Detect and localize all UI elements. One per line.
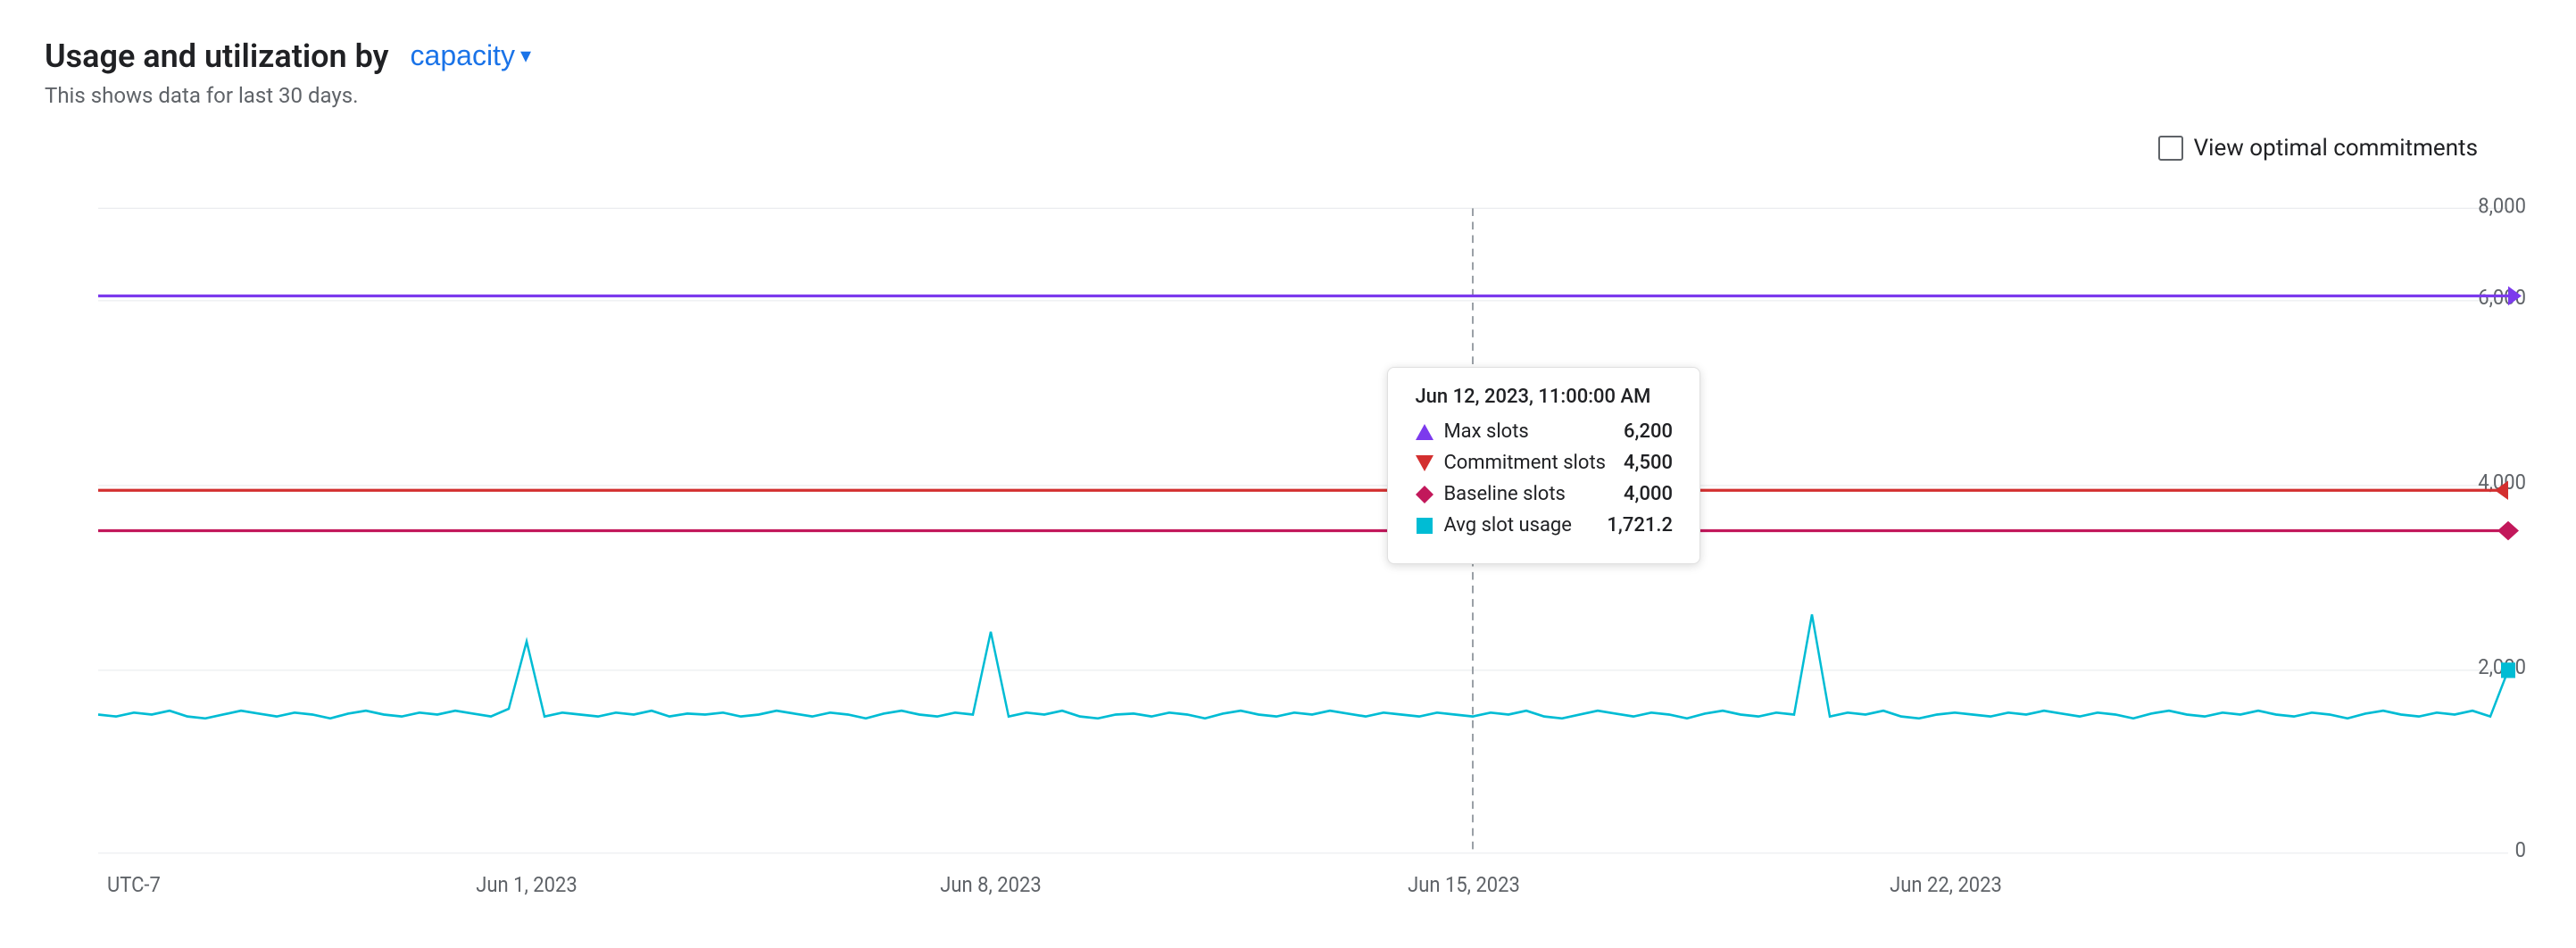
svg-text:Jun 15, 2023: Jun 15, 2023 [1408,872,1520,897]
tooltip-time: Jun 12, 2023, 11:00:00 AM [1415,386,1673,408]
chevron-down-icon: ▾ [520,43,531,69]
tooltip-legend-max-slots: Max slots [1415,420,1528,443]
svg-text:8,000: 8,000 [2478,194,2526,219]
baseline-slots-label: Baseline slots [1443,483,1565,505]
triangle-down-icon [1415,453,1434,473]
avg-slot-usage-label: Avg slot usage [1443,514,1572,536]
max-slots-label: Max slots [1443,420,1528,443]
tooltip-row-commitment-slots: Commitment slots 4,500 [1415,452,1673,474]
commitment-slots-value: 4,500 [1624,452,1673,474]
tooltip-legend-baseline-slots: Baseline slots [1415,483,1565,505]
tooltip: Jun 12, 2023, 11:00:00 AM Max slots 6,20… [1387,367,1700,564]
view-optimal-checkbox[interactable] [2158,136,2183,161]
page-container: Usage and utilization by capacity ▾ This… [0,0,2576,948]
chart-area: View optimal commitments 8,000 6,000 4,0… [45,135,2531,930]
view-optimal-label: View optimal commitments [2194,135,2478,162]
tooltip-legend-commitment-slots: Commitment slots [1415,452,1606,474]
svg-text:UTC-7: UTC-7 [107,872,161,897]
svg-text:0: 0 [2515,837,2526,862]
page-title: Usage and utilization by [45,37,389,75]
header: Usage and utilization by capacity ▾ [45,36,2531,76]
tooltip-legend-avg-slot-usage: Avg slot usage [1415,514,1572,536]
svg-text:Jun 22, 2023: Jun 22, 2023 [1890,872,2002,897]
triangle-up-icon [1415,422,1434,442]
diamond-icon [1415,485,1434,504]
avg-slot-usage-value: 1,721.2 [1607,514,1673,536]
capacity-dropdown[interactable]: capacity ▾ [403,36,538,76]
svg-text:Jun 8, 2023: Jun 8, 2023 [940,872,1041,897]
baseline-slots-value: 4,000 [1624,483,1673,505]
view-optimal-checkbox-label[interactable]: View optimal commitments [2158,135,2478,162]
tooltip-row-baseline-slots: Baseline slots 4,000 [1415,483,1673,505]
dropdown-label: capacity [411,39,515,72]
square-icon [1415,516,1434,536]
top-controls: View optimal commitments [45,135,2531,162]
tooltip-row-max-slots: Max slots 6,200 [1415,420,1673,443]
subtitle: This shows data for last 30 days. [45,83,2531,108]
tooltip-row-avg-slot-usage: Avg slot usage 1,721.2 [1415,514,1673,536]
commitment-slots-label: Commitment slots [1443,452,1606,474]
chart-wrapper: 8,000 6,000 4,000 2,000 0 UTC-7 Jun 1, 2… [45,179,2531,930]
max-slots-value: 6,200 [1624,420,1673,443]
chart-svg: 8,000 6,000 4,000 2,000 0 UTC-7 Jun 1, 2… [45,179,2531,930]
svg-text:Jun 1, 2023: Jun 1, 2023 [476,872,577,897]
